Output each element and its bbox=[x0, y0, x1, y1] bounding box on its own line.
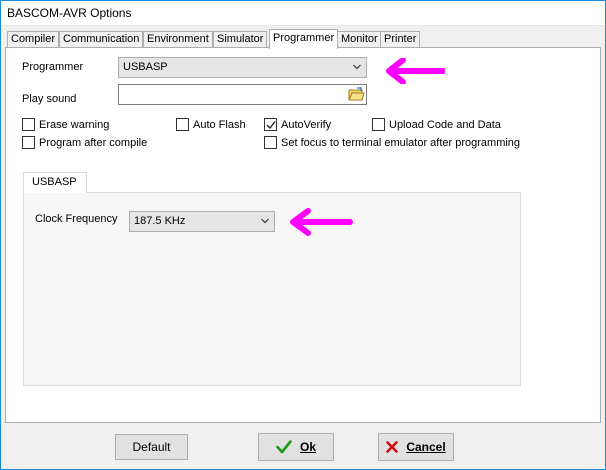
title-bar: BASCOM-AVR Options bbox=[1, 1, 605, 26]
upload-code-data-checkbox[interactable]: Upload Code and Data bbox=[372, 118, 501, 131]
options-window: BASCOM-AVR Options Compiler Communicatio… bbox=[0, 0, 606, 470]
checkmark-icon bbox=[266, 121, 276, 130]
upload-code-data-label: Upload Code and Data bbox=[389, 118, 501, 131]
checkmark-icon bbox=[276, 440, 292, 454]
cancel-button[interactable]: Cancel bbox=[378, 433, 454, 461]
highlight-arrow-icon bbox=[290, 208, 353, 236]
auto-flash-label: Auto Flash bbox=[193, 118, 246, 131]
cancel-button-label: Cancel bbox=[406, 440, 446, 454]
auto-verify-checkbox[interactable]: AutoVerify bbox=[264, 118, 331, 131]
chevron-down-icon bbox=[353, 64, 361, 70]
open-folder-icon[interactable] bbox=[348, 86, 365, 103]
usbasp-group: Clock Frequency 187.5 KHz bbox=[23, 192, 521, 386]
play-sound-field[interactable] bbox=[118, 84, 367, 105]
checkbox-box bbox=[176, 118, 189, 131]
tab-communication[interactable]: Communication bbox=[59, 31, 144, 48]
programmer-select-value: USBASP bbox=[123, 61, 168, 73]
checkbox-box bbox=[264, 118, 277, 131]
tab-compiler[interactable]: Compiler bbox=[7, 31, 60, 48]
play-sound-label: Play sound bbox=[22, 93, 77, 105]
tab-printer[interactable]: Printer bbox=[380, 31, 421, 48]
clock-frequency-select[interactable]: 187.5 KHz bbox=[129, 211, 275, 232]
erase-warning-checkbox[interactable]: Erase warning bbox=[22, 118, 109, 131]
tab-programmer[interactable]: Programmer bbox=[269, 29, 339, 49]
programmer-label: Programmer bbox=[22, 61, 84, 73]
auto-verify-label: AutoVerify bbox=[281, 118, 332, 131]
set-focus-label: Set focus to terminal emulator after pro… bbox=[281, 136, 521, 149]
tab-simulator[interactable]: Simulator bbox=[213, 31, 268, 48]
default-button-label: Default bbox=[132, 440, 171, 454]
usbasp-tab[interactable]: USBASP bbox=[23, 172, 87, 193]
ok-button[interactable]: Ok bbox=[258, 433, 334, 461]
highlight-arrow-icon bbox=[386, 58, 445, 84]
window-title: BASCOM-AVR Options bbox=[7, 6, 132, 20]
tab-environment[interactable]: Environment bbox=[143, 31, 213, 48]
checkbox-box bbox=[22, 118, 35, 131]
clock-frequency-label: Clock Frequency bbox=[35, 213, 118, 225]
close-icon bbox=[386, 441, 399, 453]
set-focus-checkbox[interactable]: Set focus to terminal emulator after pro… bbox=[264, 136, 520, 149]
clock-frequency-value: 187.5 KHz bbox=[134, 215, 186, 227]
auto-flash-checkbox[interactable]: Auto Flash bbox=[176, 118, 246, 131]
tab-monitor[interactable]: Monitor bbox=[337, 31, 382, 48]
erase-warning-label: Erase warning bbox=[39, 118, 110, 131]
checkbox-box bbox=[264, 136, 277, 149]
program-after-compile-label: Program after compile bbox=[39, 136, 148, 149]
checkbox-box bbox=[372, 118, 385, 131]
programmer-panel: Programmer USBASP Play sound Erase warni… bbox=[5, 47, 601, 423]
chevron-down-icon bbox=[261, 218, 269, 224]
ok-button-label: Ok bbox=[299, 440, 316, 454]
default-button[interactable]: Default bbox=[115, 434, 188, 460]
programmer-select[interactable]: USBASP bbox=[118, 57, 367, 78]
program-after-compile-checkbox[interactable]: Program after compile bbox=[22, 136, 147, 149]
checkbox-box bbox=[22, 136, 35, 149]
